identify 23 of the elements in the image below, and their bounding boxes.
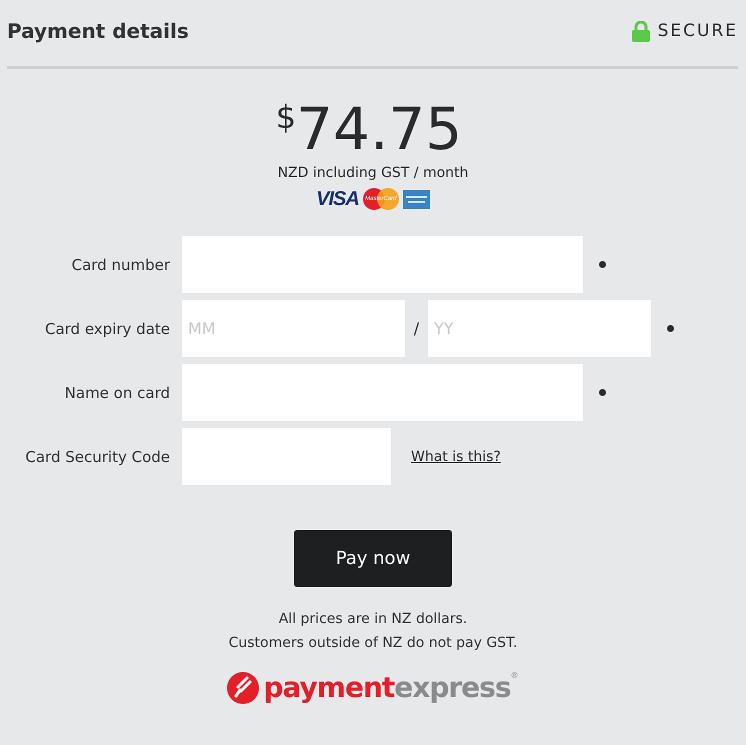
field-label: Card Security Code (24, 448, 171, 466)
price-amount: 74.75 (296, 95, 462, 163)
input-field[interactable] (182, 236, 583, 293)
footer-note: Customers outside of NZ do not pay GST. (228, 634, 518, 653)
input-field[interactable] (182, 364, 583, 421)
currency-symbol: $ (276, 98, 296, 136)
lock-icon (632, 20, 650, 42)
field-label: Card expiry date (44, 320, 171, 338)
page-title: Payment details (7, 19, 189, 43)
footer-note: All prices are in NZ dollars. (278, 610, 468, 629)
field-label: Name on card (64, 384, 171, 402)
price-note: NZD including GST / month (278, 165, 468, 181)
help-link[interactable]: What is this? (411, 448, 501, 464)
pay-button[interactable]: Pay now (294, 530, 452, 587)
brand-name-express: express (394, 671, 511, 704)
secure-label: SECURE (658, 21, 738, 41)
brand-mark-icon (227, 672, 260, 704)
date-separator: / (412, 319, 420, 338)
visa-logo: VISA (316, 188, 359, 210)
security-code-field[interactable] (182, 428, 391, 485)
registered-mark: ® (510, 671, 519, 680)
brand-name-payment: payment (263, 671, 394, 704)
field-label: Card number (70, 256, 171, 274)
